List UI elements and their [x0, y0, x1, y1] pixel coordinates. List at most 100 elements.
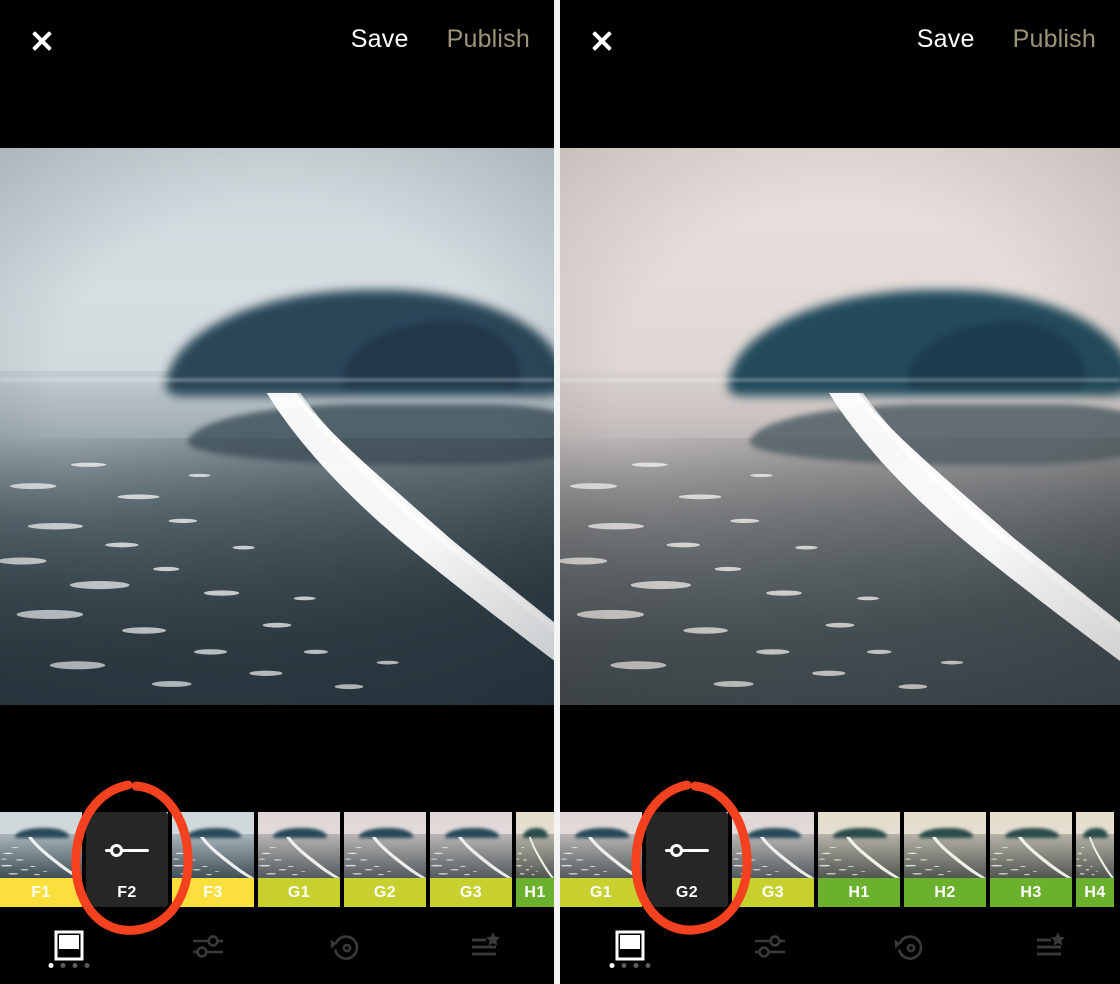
preset-label: F1: [0, 878, 82, 907]
thumbnail-foam: [1076, 837, 1114, 878]
slider-knob[interactable]: [110, 844, 123, 857]
photo-preview[interactable]: [0, 148, 554, 705]
publish-button[interactable]: Publish: [1013, 25, 1096, 54]
thumbnail-foam: [258, 837, 340, 878]
toolbar-presets-button[interactable]: [0, 907, 139, 984]
bottom-toolbar-left[interactable]: [0, 907, 554, 984]
page-dot[interactable]: [609, 963, 615, 968]
preset-tile-g2[interactable]: G2: [344, 812, 426, 907]
thumbnail-foam: [344, 837, 426, 878]
page-dot[interactable]: [72, 963, 78, 968]
preset-tile-g3[interactable]: G3: [430, 812, 512, 907]
thumbnail-scene: [904, 812, 986, 878]
slider-knob[interactable]: [670, 844, 683, 857]
publish-button[interactable]: Publish: [447, 25, 530, 54]
save-button[interactable]: Save: [351, 25, 409, 54]
preset-label: G3: [430, 878, 512, 907]
page-dot[interactable]: [84, 963, 90, 968]
thumbnail-scene: [0, 812, 82, 878]
preset-thumbnail: [560, 812, 642, 878]
topbar-actions: Save Publish: [351, 25, 530, 54]
page-dot[interactable]: [645, 963, 651, 968]
preset-thumbnail: [430, 812, 512, 878]
thumbnail-foam: [818, 837, 900, 878]
topbar-actions: Save Publish: [917, 25, 1096, 54]
toolbar-adjust-button[interactable]: [139, 907, 278, 984]
thumbnail-foam: [0, 837, 82, 878]
preset-thumbnail: [258, 812, 340, 878]
recipes-star-icon: [1031, 929, 1069, 963]
photo-foam-flecks: [0, 438, 554, 705]
thumbnail-scene: [430, 812, 512, 878]
thumbnail-scene: [172, 812, 254, 878]
preset-tile-h1[interactable]: H1: [818, 812, 900, 907]
preset-label: H2: [904, 878, 986, 907]
thumbnail-foam: [430, 837, 512, 878]
photo-shoreline: [0, 379, 554, 382]
page-dot[interactable]: [48, 963, 54, 968]
thumbnail-scene: [560, 812, 642, 878]
toolbar-revert-button[interactable]: [277, 907, 416, 984]
photo-image-warm: [560, 148, 1120, 705]
preset-thumbnail: [172, 812, 254, 878]
adjust-sliders-icon: [751, 929, 789, 963]
adjust-sliders-icon: [189, 929, 227, 963]
top-bar: Save Publish: [560, 0, 1120, 148]
preset-filmstrip-right[interactable]: G1 G2 G3 H1 H2 H3 H4: [560, 812, 1118, 907]
preset-label: F3: [172, 878, 254, 907]
preset-label: G3: [732, 878, 814, 907]
close-icon[interactable]: [28, 27, 56, 55]
page-dot[interactable]: [633, 963, 639, 968]
preset-page-dots: [609, 963, 651, 968]
preset-tile-f2[interactable]: F2: [86, 812, 168, 907]
thumbnail-scene: [344, 812, 426, 878]
toolbar-revert-button[interactable]: [840, 907, 980, 984]
photo-preview[interactable]: [560, 148, 1120, 705]
preset-tile-g1[interactable]: G1: [258, 812, 340, 907]
thumbnail-scene: [818, 812, 900, 878]
preset-thumbnail: [344, 812, 426, 878]
photo-shoreline: [560, 379, 1120, 382]
preset-tile-h4[interactable]: H4: [1076, 812, 1114, 907]
preset-label: F2: [117, 884, 137, 901]
toolbar-recipes-button[interactable]: [416, 907, 555, 984]
left-screen: Save Publish F1 F2 F3 G1 G2 G3 H1: [0, 0, 554, 984]
thumbnail-foam: [516, 837, 554, 878]
save-button[interactable]: Save: [917, 25, 975, 54]
preset-strength-slider[interactable]: [659, 842, 715, 858]
preset-page-dots: [48, 963, 90, 968]
preset-tile-g3[interactable]: G3: [732, 812, 814, 907]
preset-tile-h3[interactable]: H3: [990, 812, 1072, 907]
preset-tile-g1[interactable]: G1: [560, 812, 642, 907]
preset-tile-f3[interactable]: F3: [172, 812, 254, 907]
preset-label: H1: [516, 878, 554, 907]
thumbnail-foam: [990, 837, 1072, 878]
preset-tile-f1[interactable]: F1: [0, 812, 82, 907]
preset-label: G1: [258, 878, 340, 907]
preset-tile-h2[interactable]: H2: [904, 812, 986, 907]
photo-image-cool: [0, 148, 554, 705]
toolbar-presets-button[interactable]: [560, 907, 700, 984]
preset-filmstrip-left[interactable]: F1 F2 F3 G1 G2 G3 H1: [0, 812, 554, 907]
preset-tile-g2[interactable]: G2: [646, 812, 728, 907]
thumbnail-foam: [560, 837, 642, 878]
page-dot[interactable]: [60, 963, 66, 968]
bottom-toolbar-right[interactable]: [560, 907, 1120, 984]
preset-tile-h1[interactable]: H1: [516, 812, 554, 907]
page-dot[interactable]: [621, 963, 627, 968]
thumbnail-scene: [990, 812, 1072, 878]
thumbnail-foam: [904, 837, 986, 878]
preset-strength-slider[interactable]: [99, 842, 155, 858]
toolbar-recipes-button[interactable]: [980, 907, 1120, 984]
preset-label: G2: [675, 884, 699, 901]
top-bar: Save Publish: [0, 0, 554, 148]
preset-label: G2: [344, 878, 426, 907]
thumbnail-foam: [172, 837, 254, 878]
preset-label: G1: [560, 878, 642, 907]
toolbar-adjust-button[interactable]: [700, 907, 840, 984]
undo-revert-icon: [327, 929, 365, 963]
close-icon[interactable]: [588, 27, 616, 55]
right-screen: Save Publish G1 G2 G3 H1 H2 H3 H4: [560, 0, 1120, 984]
thumbnail-scene: [516, 812, 554, 878]
preset-thumbnail: [732, 812, 814, 878]
